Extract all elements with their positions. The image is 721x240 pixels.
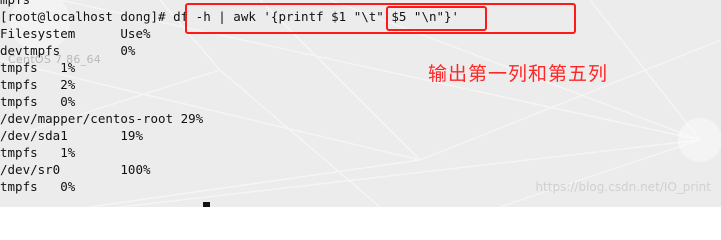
output-line: Filesystem Use% xyxy=(0,26,151,41)
output-line: /dev/sr0 100% xyxy=(0,162,151,177)
output-line: tmpfs 0% xyxy=(0,94,76,109)
output-line: tmpfs 1% xyxy=(0,60,76,75)
output-line: tmpfs 0% xyxy=(0,179,76,194)
command-highlight-box xyxy=(185,3,576,34)
output-line: /dev/sda1 19% xyxy=(0,128,143,143)
annotation-text: 输出第一列和第五列 xyxy=(428,63,609,85)
output-line: /dev/mapper/centos-root 29% xyxy=(0,111,204,126)
output-line: tmpfs 1% xyxy=(0,145,76,160)
terminal-window[interactable]: CentOS 7 86_64 mpfs [root@localhost dong… xyxy=(0,0,721,207)
partial-output-line: mpfs xyxy=(0,0,30,8)
fields-highlight-box xyxy=(386,6,487,31)
terminal-cursor xyxy=(203,202,210,207)
output-line: tmpfs 2% xyxy=(0,77,76,92)
shell-prompt: [root@localhost dong]# xyxy=(0,9,166,24)
output-line: devtmpfs 0% xyxy=(0,43,136,58)
blog-watermark: https://blog.csdn.net/IO_print xyxy=(535,180,711,194)
